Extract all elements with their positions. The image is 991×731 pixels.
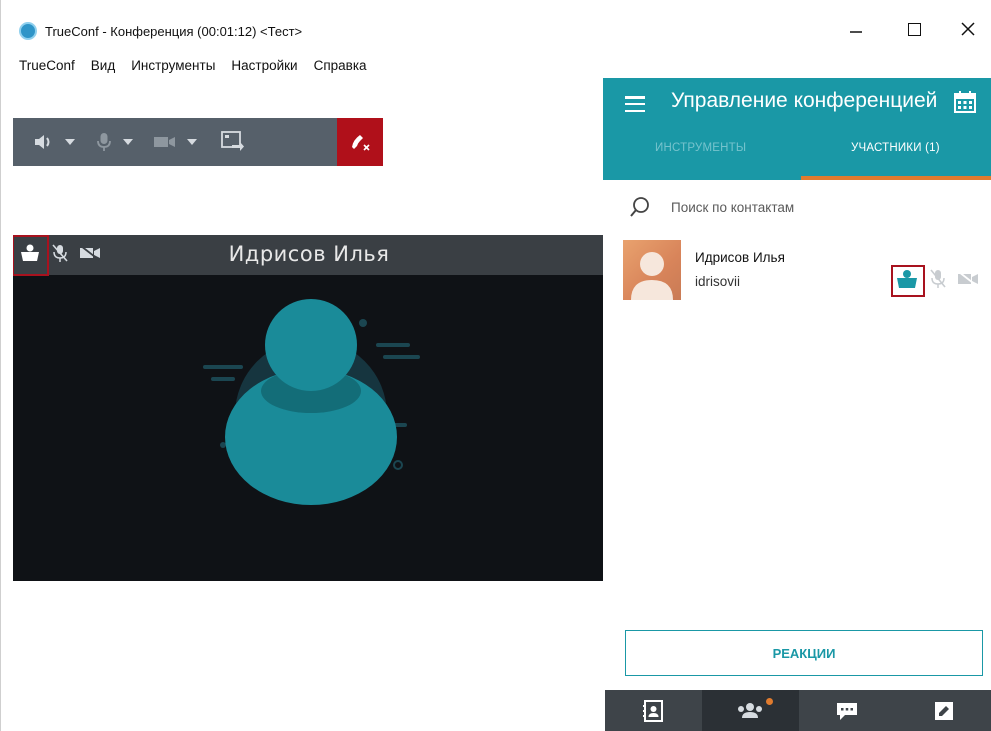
speaker-button[interactable]: [13, 118, 75, 166]
nav-edit[interactable]: [895, 690, 991, 731]
reactions-button[interactable]: РЕАКЦИИ: [625, 630, 983, 676]
menu-item-view[interactable]: Вид: [91, 58, 115, 73]
panel-header: Управление конференцией ИНСТРУМЕНТЫ УЧАС…: [603, 78, 991, 180]
hamburger-menu-icon[interactable]: [625, 96, 645, 112]
notification-dot: [765, 698, 773, 705]
menu-bar: TrueConf Вид Инструменты Настройки Справ…: [19, 58, 367, 73]
menu-item-settings[interactable]: Настройки: [231, 58, 297, 73]
video-header: Идрисов Илья: [13, 235, 605, 275]
menu-item-tools[interactable]: Инструменты: [131, 58, 215, 73]
contact-search: [603, 190, 991, 226]
media-toolbar: [13, 118, 383, 166]
edit-icon: [934, 701, 953, 720]
microphone-muted-icon: [930, 269, 946, 288]
active-tab-indicator: [801, 176, 991, 180]
nav-participants[interactable]: [701, 690, 799, 731]
participant-avatar-placeholder: [203, 299, 420, 505]
nav-chat[interactable]: [799, 690, 896, 731]
camera-icon: [154, 137, 175, 147]
menu-item-help[interactable]: Справка: [314, 58, 367, 73]
participant-name: Идрисов Илья: [695, 250, 785, 265]
panel-title: Управление конференцией: [671, 89, 938, 112]
title-bar: TrueConf - Конференция (00:01:12) <Тест>: [1, 0, 991, 40]
close-button[interactable]: [953, 14, 983, 44]
participant-row[interactable]: Идрисов Илья idrisovii: [623, 240, 983, 304]
tab-tools[interactable]: ИНСТРУМЕНТЫ: [655, 142, 746, 154]
presenter-highlight: [891, 265, 925, 297]
avatar: [623, 240, 681, 300]
chevron-down-icon: [187, 139, 197, 145]
camera-off-icon: [958, 271, 978, 287]
participant-login: idrisovii: [695, 274, 741, 289]
tab-participants[interactable]: УЧАСТНИКИ (1): [851, 142, 940, 154]
chat-icon: [836, 702, 857, 720]
search-input[interactable]: [671, 196, 971, 218]
camera-button[interactable]: [133, 118, 197, 166]
address-book-icon: [643, 699, 664, 722]
presenter-highlight: [13, 235, 49, 276]
window-title: TrueConf - Конференция (00:01:12) <Тест>: [45, 24, 303, 39]
panel-bottom-nav: [605, 690, 991, 731]
menu-item-trueconf[interactable]: TrueConf: [19, 58, 75, 73]
chevron-down-icon: [65, 139, 75, 145]
minimize-button[interactable]: [841, 14, 871, 44]
minimize-icon: [850, 31, 862, 33]
calendar-icon[interactable]: [953, 90, 977, 114]
participants-icon: [738, 702, 763, 718]
app-window: TrueConf - Конференция (00:01:12) <Тест>…: [0, 0, 991, 731]
video-area[interactable]: Идрисов Илья: [13, 235, 605, 581]
share-screen-icon: [221, 131, 244, 151]
microphone-icon: [97, 133, 111, 151]
microphone-button[interactable]: [75, 118, 133, 166]
user-silhouette-icon: [631, 252, 673, 300]
video-participant-name: Идрисов Илья: [228, 242, 390, 266]
maximize-button[interactable]: [899, 14, 929, 44]
conference-panel: Управление конференцией ИНСТРУМЕНТЫ УЧАС…: [603, 78, 991, 731]
search-icon: [630, 197, 649, 217]
maximize-icon: [907, 22, 921, 36]
hangup-icon: [352, 135, 370, 151]
speaker-icon: [35, 135, 50, 149]
nav-address-book[interactable]: [605, 690, 702, 731]
close-icon: [961, 22, 975, 36]
chevron-down-icon: [123, 139, 133, 145]
hangup-button[interactable]: [337, 118, 383, 166]
share-screen-button[interactable]: [197, 118, 245, 166]
trueconf-logo-icon: [19, 22, 37, 40]
